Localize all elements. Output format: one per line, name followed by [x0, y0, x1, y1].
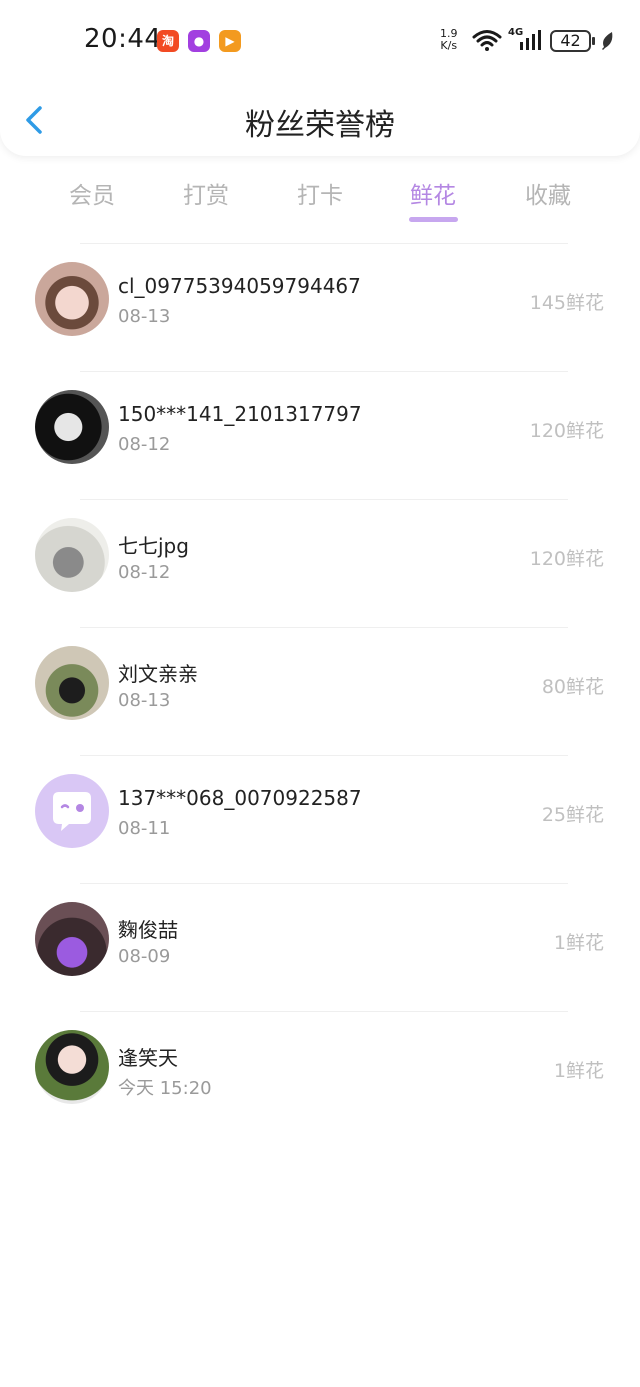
taobao-icon: 淘 [157, 30, 179, 52]
fan-name: 刘文亲亲 [118, 662, 198, 686]
flower-count: 1鲜花 [553, 1060, 604, 1082]
avatar [35, 774, 109, 848]
avatar [35, 390, 109, 464]
network-speed: 1.9 K/s [440, 28, 458, 52]
tab-reward[interactable]: 打赏 [156, 176, 256, 210]
header-card: 20:44 淘 ● ▶ 1.9 K/s 4G 42 粉丝荣誉榜 [0, 0, 640, 156]
status-bar: 20:44 淘 ● ▶ 1.9 K/s 4G 42 [0, 0, 640, 82]
fan-date: 08-12 [118, 434, 171, 455]
wifi-icon [472, 30, 502, 51]
list-item[interactable]: cl_09775394059794467 08-13 145鲜花 [0, 240, 640, 368]
flower-count: 80鲜花 [541, 676, 604, 698]
flower-count: 25鲜花 [541, 804, 604, 826]
page-title: 粉丝荣誉榜 [245, 108, 395, 143]
flower-count: 1鲜花 [553, 932, 604, 954]
fan-date: 今天 15:20 [118, 1078, 212, 1099]
leaf-icon [602, 32, 613, 50]
battery-level: 42 [550, 30, 591, 52]
list-item[interactable]: 刘文亲亲 08-13 80鲜花 [0, 624, 640, 752]
tab-favorites[interactable]: 收藏 [498, 176, 598, 210]
avatar [35, 518, 109, 592]
flower-count: 120鲜花 [529, 548, 604, 570]
list-item[interactable]: 150***141_2101317797 08-12 120鲜花 [0, 368, 640, 496]
avatar [35, 1030, 109, 1104]
network-speed-unit: K/s [440, 39, 458, 52]
fan-name: cl_09775394059794467 [118, 274, 361, 298]
list-item[interactable]: 七七jpg 08-12 120鲜花 [0, 496, 640, 624]
purple-app-icon: ● [188, 30, 210, 52]
fan-name: 137***068_0070922587 [118, 786, 362, 810]
list-item[interactable]: 137***068_0070922587 08-11 25鲜花 [0, 752, 640, 880]
fan-name: 逢笑天 [118, 1046, 178, 1070]
avatar [35, 902, 109, 976]
avatar [35, 646, 109, 720]
status-time: 20:44 [84, 24, 162, 54]
fan-date: 08-09 [118, 946, 171, 967]
flower-count: 145鲜花 [529, 292, 604, 314]
tab-flowers[interactable]: 鲜花 [383, 176, 483, 210]
avatar [35, 262, 109, 336]
fan-name: 150***141_2101317797 [118, 402, 362, 426]
orange-play-icon: ▶ [219, 30, 241, 52]
fan-date: 08-11 [118, 818, 171, 839]
active-tab-indicator [409, 217, 458, 222]
nav-bar: 粉丝荣誉榜 [0, 82, 640, 156]
fan-date: 08-13 [118, 690, 171, 711]
tab-bar: 会员 打赏 打卡 鲜花 收藏 [0, 156, 640, 236]
fan-name: 麴俊喆 [118, 918, 178, 942]
tab-checkin[interactable]: 打卡 [270, 176, 370, 210]
battery-tip [592, 37, 595, 45]
fan-name: 七七jpg [118, 534, 189, 558]
tab-member[interactable]: 会员 [42, 176, 142, 210]
list-item[interactable]: 逢笑天 今天 15:20 1鲜花 [0, 1008, 640, 1136]
signal-bars-icon [520, 30, 541, 50]
list-item[interactable]: 麴俊喆 08-09 1鲜花 [0, 880, 640, 1008]
fan-date: 08-12 [118, 562, 171, 583]
fan-date: 08-13 [118, 306, 171, 327]
flower-count: 120鲜花 [529, 420, 604, 442]
chat-bubble-icon [53, 792, 91, 831]
